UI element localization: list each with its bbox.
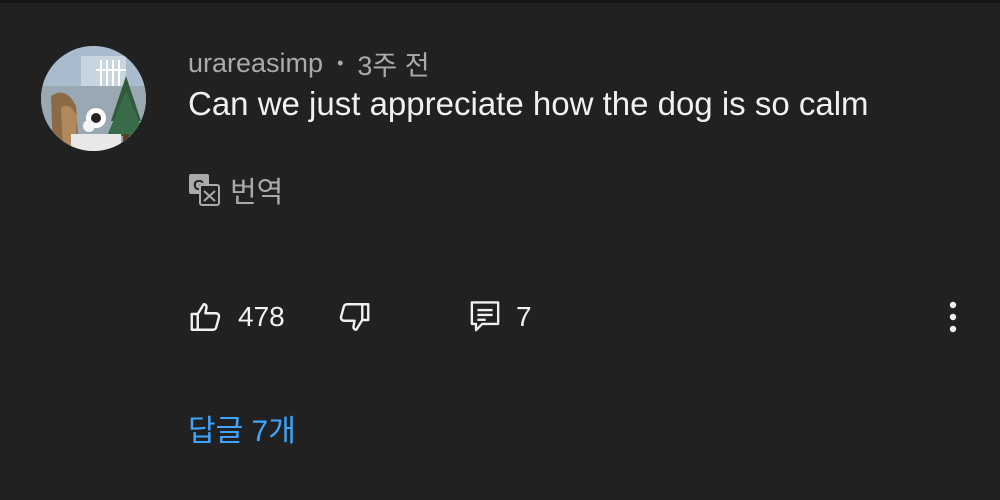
comment-timestamp[interactable]: 3주 전 <box>357 44 429 83</box>
comment-text: Can we just appreciate how the dog is so… <box>188 85 869 122</box>
translate-label: 번역 <box>230 177 284 209</box>
avatar[interactable] <box>41 46 146 151</box>
thumbs-down-icon <box>336 299 372 335</box>
comment-meta: urareasimp • 3주 전 <box>188 45 430 81</box>
top-divider <box>0 0 1000 3</box>
reply-count: 7 <box>516 301 532 332</box>
more-vertical-icon <box>948 300 958 334</box>
translate-icon: G <box>188 173 220 207</box>
like-button[interactable]: 478 <box>188 292 285 342</box>
comment-actions: 478 7 <box>188 292 968 342</box>
translate-button[interactable]: G 번역 <box>188 170 283 210</box>
reply-button[interactable]: 7 <box>468 292 532 342</box>
dislike-button[interactable] <box>336 292 372 342</box>
thumbs-up-icon <box>188 299 224 335</box>
view-replies-link[interactable]: 답글 7개 <box>188 406 296 450</box>
more-options-button[interactable] <box>943 292 963 342</box>
like-count: 478 <box>238 301 285 332</box>
meta-separator: • <box>337 52 344 73</box>
reply-icon <box>468 299 502 335</box>
avatar-image <box>41 46 146 151</box>
author-name[interactable]: urareasimp <box>188 48 323 79</box>
